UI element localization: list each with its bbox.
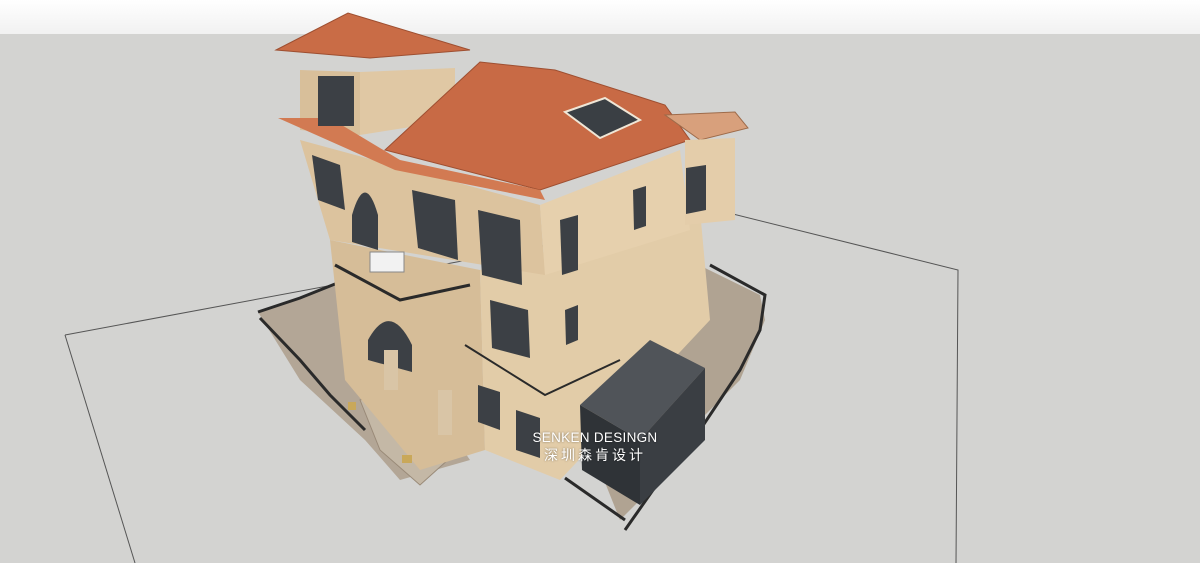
tower-roof[interactable] <box>274 12 471 59</box>
garden-lamp <box>402 455 412 463</box>
window <box>478 210 522 285</box>
column <box>438 390 452 435</box>
watermark-english: SENKEN DESINGN <box>532 430 658 445</box>
watermark-chinese: 深圳森肯设计 <box>544 448 646 464</box>
window <box>686 165 706 214</box>
window <box>633 186 646 230</box>
window <box>565 305 578 345</box>
column <box>384 350 398 390</box>
watermark: SENKEN DESINGN 深圳森肯设计 <box>520 428 670 466</box>
garden-lamp <box>348 402 356 410</box>
window <box>560 215 578 275</box>
ac-unit <box>369 251 405 273</box>
site-boundary-line-left <box>64 334 136 563</box>
window <box>318 76 354 126</box>
villa-3d-model-viewport[interactable] <box>0 0 1200 563</box>
